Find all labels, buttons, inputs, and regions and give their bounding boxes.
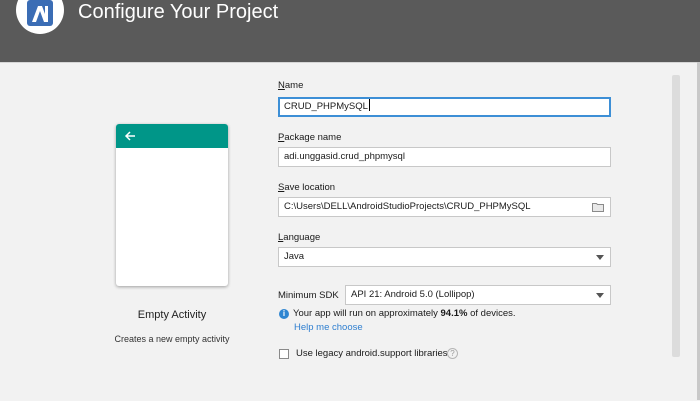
dialog-header: Configure Your Project [0, 0, 700, 62]
vertical-scrollbar[interactable] [672, 75, 680, 357]
package-name-label: Package name [278, 132, 342, 143]
page-title: Configure Your Project [78, 1, 279, 23]
device-coverage-info: Your app will run on approximately 94.1%… [293, 308, 516, 319]
template-description: Creates a new empty activity [114, 334, 230, 344]
minimum-sdk-dropdown[interactable]: API 21: Android 5.0 (Lollipop) [345, 285, 611, 305]
help-me-choose-link[interactable]: Help me choose [294, 322, 363, 333]
chevron-down-icon [596, 255, 604, 260]
name-label: Name [278, 80, 304, 91]
back-arrow-icon [124, 131, 135, 141]
language-label: Language [278, 232, 321, 243]
android-studio-logo-icon [16, 0, 64, 34]
preview-toolbar [116, 124, 228, 148]
package-name-field[interactable]: adi.unggasid.crud_phpmysql [278, 147, 611, 167]
chevron-down-icon [596, 293, 604, 298]
legacy-support-checkbox[interactable] [279, 349, 289, 359]
save-location-label: Save location [278, 182, 336, 193]
minimum-sdk-label: Minimum SDK [278, 290, 339, 301]
template-name: Empty Activity [137, 309, 207, 321]
name-field[interactable]: CRUD_PHPMySQL [278, 97, 611, 117]
folder-icon[interactable] [592, 202, 604, 212]
save-location-field[interactable]: C:\Users\DELL\AndroidStudioProjects\CRUD… [278, 197, 611, 217]
help-question-icon[interactable]: ? [447, 348, 458, 359]
info-icon: i [279, 309, 289, 319]
language-dropdown[interactable]: Java [278, 247, 611, 267]
legacy-support-label[interactable]: Use legacy android.support libraries [296, 348, 448, 359]
template-preview [116, 124, 228, 286]
